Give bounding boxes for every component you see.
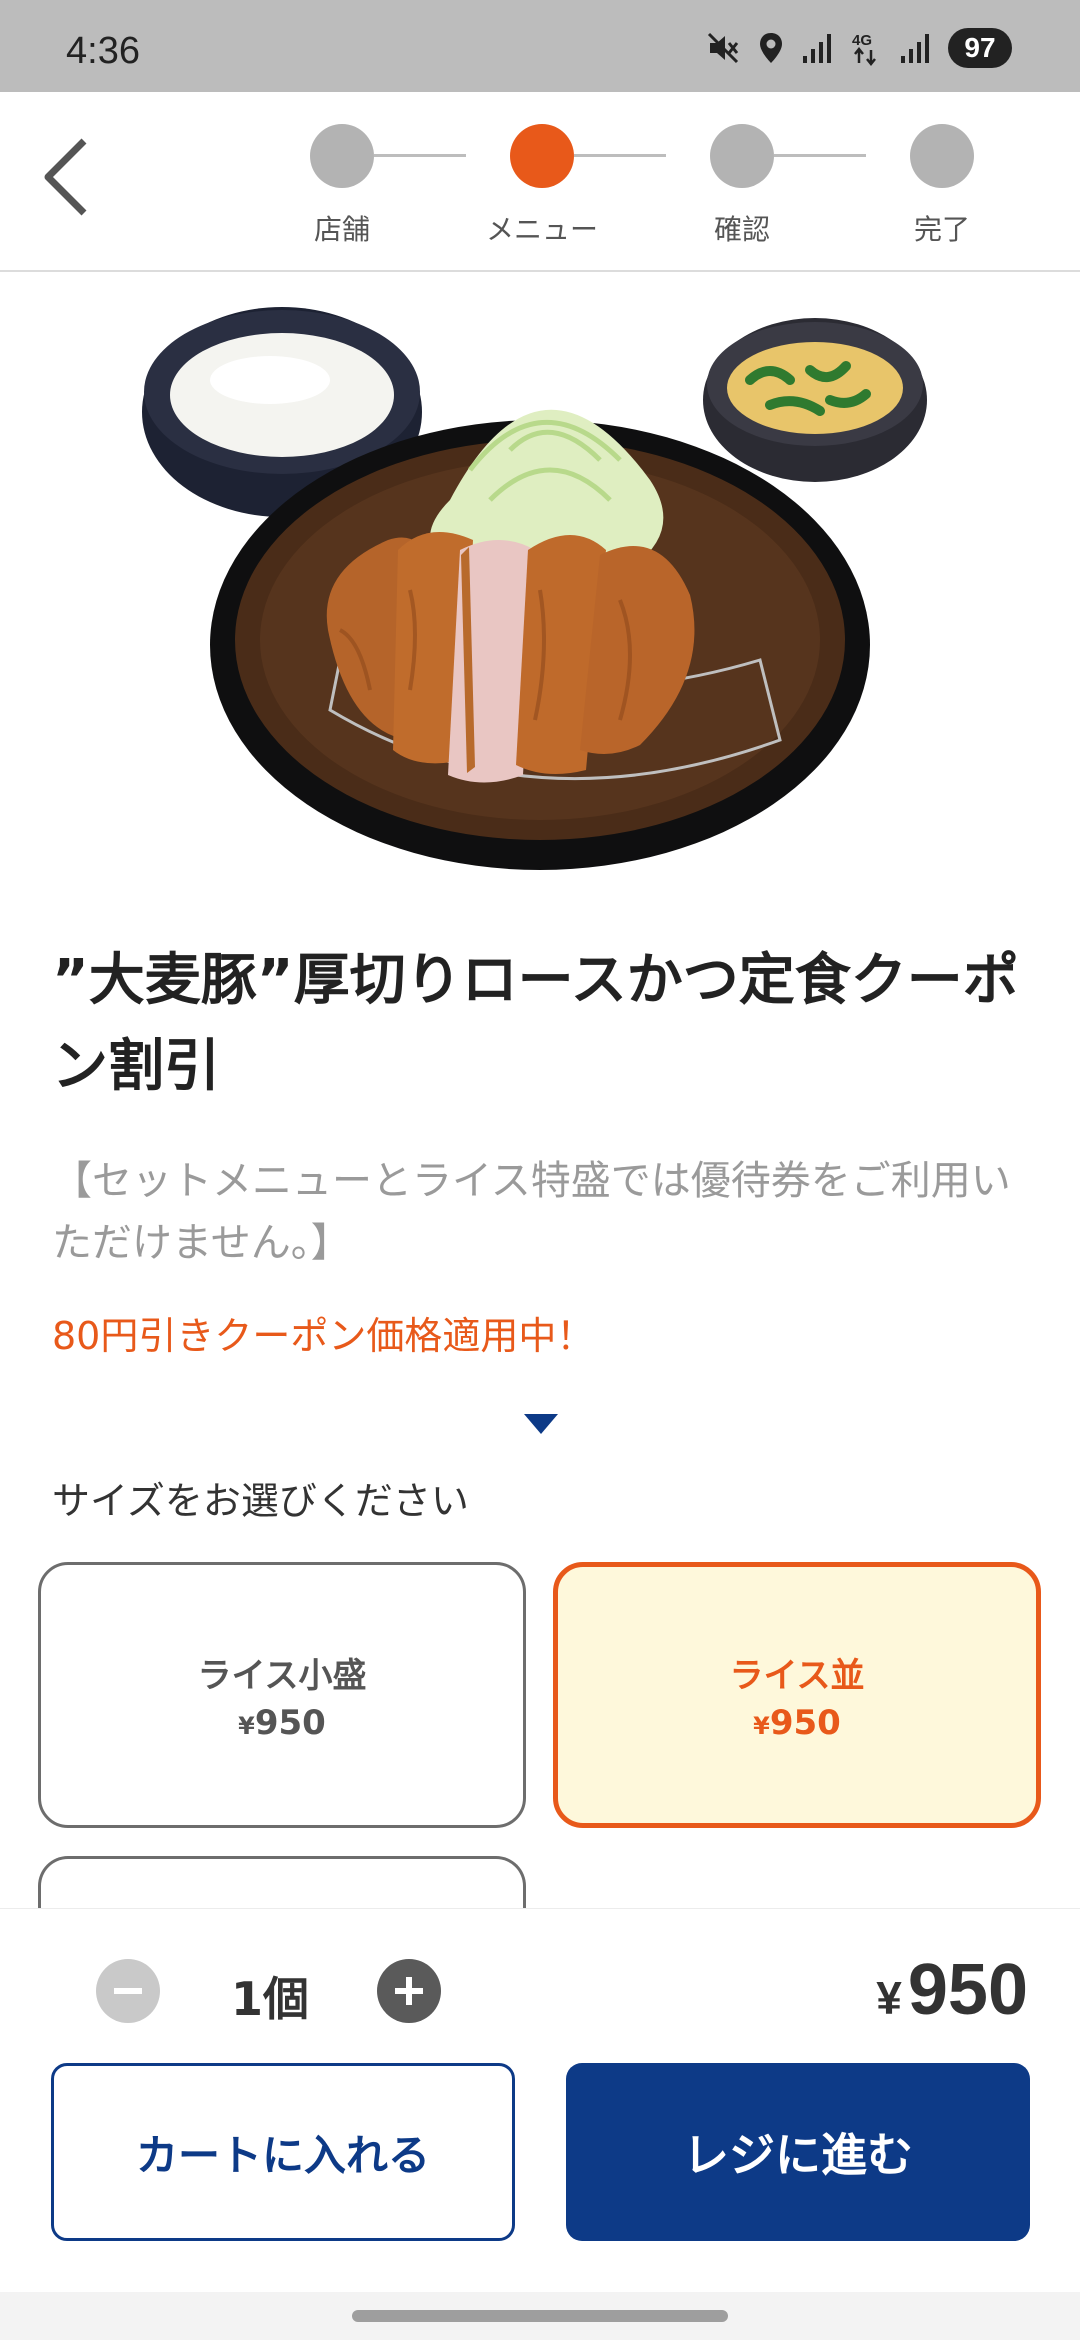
step-dot [310,124,374,188]
currency-symbol: ¥ [238,1711,255,1740]
quantity-increase-button[interactable] [377,1959,441,2023]
order-panel: 1個 ¥950 カートに入れる レジに進む [0,1908,1080,2292]
step-confirm: 確認 [682,124,802,248]
product-note: 【セットメニューとライス特盛では優待券をご利用いただけません。】 [52,1158,1011,1266]
price-value: 950 [254,1702,326,1743]
status-time: 4:36 [66,30,140,72]
location-icon [760,33,782,63]
step-label: 確認 [713,213,770,246]
size-option-name: ライス並 [729,1655,865,1696]
checkout-button[interactable]: レジに進む [566,2063,1030,2241]
svg-text:4G: 4G [852,32,872,49]
add-to-cart-button[interactable]: カートに入れる [51,2063,515,2241]
order-progress-stepper: 店舗 メニュー 確認 完了 [298,124,974,264]
chevron-left-icon [44,138,87,216]
size-heading: サイズをお選びください [52,1479,469,1523]
step-store: 店舗 [282,124,402,248]
price-value: 950 [769,1702,841,1743]
status-bar: 4:36 4G 97 [0,0,1080,92]
mute-icon [707,32,739,64]
step-label: 店舗 [313,213,370,246]
currency-symbol: ¥ [753,1711,770,1740]
step-label: メニュー [485,213,598,246]
caret-down-icon[interactable] [524,1414,558,1434]
total-price: ¥950 [876,1949,1028,2031]
back-button[interactable] [30,132,100,222]
home-indicator[interactable] [352,2310,728,2322]
battery-indicator: 97 [948,28,1012,68]
size-option-price: ¥950 [238,1703,326,1743]
navigation-bar [0,2292,1080,2340]
minus-icon [114,1988,142,1994]
4g-icon: 4G [852,32,876,66]
step-complete: 完了 [882,124,1002,248]
plus-icon [395,1977,423,2005]
quantity-value: 1個 [230,1972,309,2026]
step-menu: メニュー [482,124,602,248]
product-image [142,307,927,870]
status-icons: 4G 97 [706,28,1012,68]
size-option-price: ¥950 [753,1703,841,1743]
step-dot [910,124,974,188]
step-dot [710,124,774,188]
total-value: 950 [907,1950,1028,2030]
signal-icon [901,34,929,63]
quantity-decrease-button[interactable] [96,1959,160,2023]
size-option-rice-small[interactable]: ライス小盛 ¥950 [38,1562,526,1828]
step-dot-active [510,124,574,188]
size-option-rice-regular[interactable]: ライス並 ¥950 [553,1562,1041,1828]
step-label: 完了 [913,213,970,246]
product-title: ”大麦豚”厚切りロースかつ定食クーポン割引 [52,948,1019,1099]
size-option-name: ライス小盛 [197,1655,367,1696]
currency-symbol: ¥ [876,1972,902,2024]
signal-icon [803,34,831,63]
header: 店舗 メニュー 確認 完了 [0,92,1080,272]
coupon-notice: 80円引きクーポン価格適用中！ [52,1314,595,1358]
